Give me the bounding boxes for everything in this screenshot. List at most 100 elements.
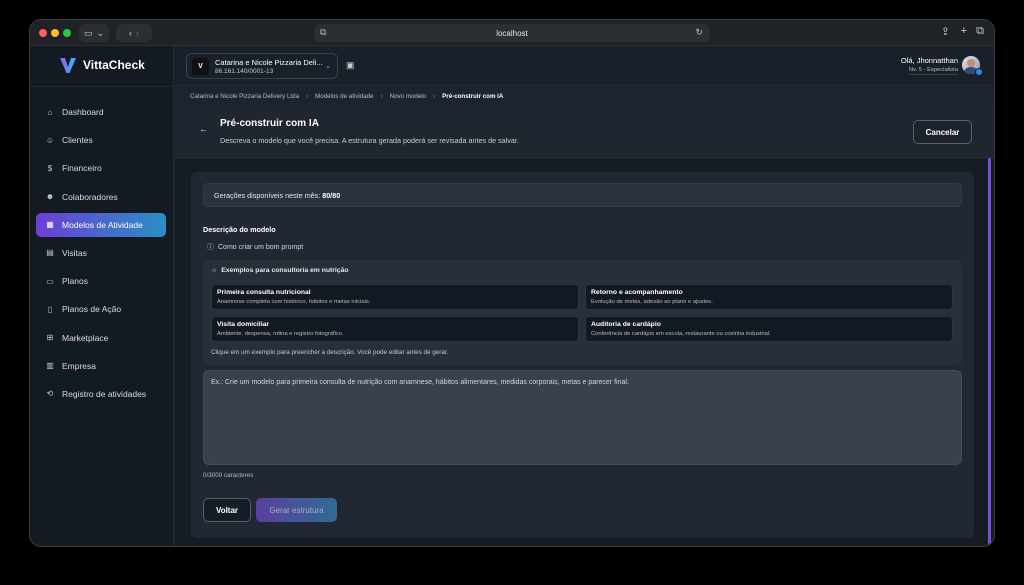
sidebar-item-label: Marketplace	[62, 332, 109, 343]
generate-structure-button[interactable]: Gerar estrutura	[256, 498, 337, 522]
sidebar-item-visitas[interactable]: ▤ Visitas	[36, 241, 166, 265]
sidebar-toggle-button[interactable]: ▭ ⌄	[79, 24, 109, 42]
user-level: Nv. 5 - Especialista	[908, 67, 958, 75]
browser-window: ▭ ⌄ ‹ › ⧉ localhost ↻ ⇪ + ⧉ VittaCheck ⌂…	[29, 19, 995, 547]
generations-value: 80/80	[322, 190, 341, 200]
history-icon: ⟲	[46, 389, 54, 399]
vittacheck-logo-icon	[60, 58, 76, 73]
share-icon[interactable]: ⇪	[941, 25, 950, 38]
example-description: Anamnese completa com histórico, hábitos…	[217, 299, 371, 305]
example-card[interactable]: Primeira consulta nutricional Anamnese c…	[211, 284, 579, 310]
address-bar[interactable]: ⧉ localhost ↻	[314, 24, 710, 42]
sidebar-item-label: Empresa	[62, 360, 97, 371]
sidebar-item-label: Visitas	[62, 247, 87, 258]
prompt-help-link[interactable]: ⓘ Como criar um bom prompt	[207, 242, 303, 252]
level-badge-icon	[975, 68, 983, 76]
browser-toolbar: ▭ ⌄ ‹ › ⧉ localhost ↻ ⇪ + ⧉	[30, 20, 994, 46]
chevron-down-icon: ⌄	[325, 63, 331, 70]
tabs-overview-icon[interactable]: ⧉	[976, 25, 984, 38]
briefcase-icon[interactable]: ▣	[346, 60, 355, 71]
sidebar-item-planos[interactable]: ▭ Planos	[36, 269, 166, 293]
sidebar-item-label: Modelos de Atividade	[62, 219, 143, 230]
sidebar-item-label: Clientes	[62, 135, 93, 146]
examples-hint: Clique em um exemplo para preencher a de…	[211, 349, 449, 356]
maximize-window-button[interactable]	[63, 29, 71, 37]
scrollbar[interactable]	[988, 158, 991, 546]
sidebar-item-modelos-de-atividade[interactable]: ▦ Modelos de Atividade	[36, 212, 166, 237]
users-icon: ☺	[45, 135, 55, 145]
chevron-right-icon: ›	[306, 92, 309, 100]
sidebar-item-colaboradores[interactable]: ☻ Colaboradores	[36, 185, 166, 209]
company-name: Catarina e Nicole Pizzaria Deli...	[215, 58, 323, 67]
examples-title: Exemplos para consultoria em nutrição	[221, 267, 349, 274]
sidebar-item-label: Colaboradores	[62, 191, 118, 202]
main-content: Gerações disponíveis neste mês: 80/80 De…	[175, 158, 994, 546]
app-root: VittaCheck ⌂ Dashboard ☺ Clientes $ Finance…	[30, 46, 994, 546]
lightbulb-icon: ☼	[211, 267, 218, 274]
description-label: Descrição do modelo	[203, 225, 276, 234]
company-selector[interactable]: V Catarina e Nicole Pizzaria Deli... 86.…	[186, 53, 338, 79]
breadcrumb-item-company[interactable]: Catarina e Nicole Pizzaria Delivery Ltda	[190, 93, 299, 100]
back-button[interactable]: Voltar	[203, 498, 251, 522]
home-icon: ⌂	[47, 107, 53, 117]
example-card[interactable]: Retorno e acompanhamento Evolução de met…	[585, 284, 953, 310]
breadcrumb-item-novo-modelo[interactable]: Novo modelo	[390, 93, 426, 100]
page-header: ← Pré-construir com IA Descreva o modelo…	[175, 105, 994, 158]
calendar-icon: ▤	[46, 248, 54, 258]
sidebar-item-financeiro[interactable]: $ Financeiro	[36, 156, 166, 180]
forward-arrow-icon[interactable]: ›	[136, 28, 139, 38]
clipboard-icon: ▭	[46, 276, 54, 286]
sidebar-item-label: Registro de atividades	[62, 388, 147, 399]
breadcrumb-item-current: Pré-construir com IA	[442, 92, 504, 100]
chevron-down-icon: ⌄	[96, 27, 105, 38]
example-title: Visita domiciliar	[217, 321, 270, 328]
generations-info: Gerações disponíveis neste mês: 80/80	[203, 183, 962, 207]
app-name: VittaCheck	[83, 58, 145, 72]
sidebar-item-label: Planos de Ação	[62, 304, 122, 315]
form-card: Gerações disponíveis neste mês: 80/80 De…	[191, 172, 974, 538]
breadcrumb-item-modelos[interactable]: Modelos de atividade	[315, 93, 373, 100]
app-logo[interactable]: VittaCheck	[58, 55, 145, 75]
character-count: 0/3000 caracteres	[203, 472, 254, 479]
page-settings-icon[interactable]: ⧉	[320, 27, 326, 38]
minimize-window-button[interactable]	[51, 29, 59, 37]
example-description: Ambiente, despensa, rotina e registro fo…	[217, 331, 344, 337]
back-arrow-icon[interactable]: ←	[199, 124, 208, 134]
document-icon: ▯	[47, 304, 53, 314]
sidebar-item-registro-de-atividades[interactable]: ⟲ Registro de atividades	[36, 382, 166, 406]
example-title: Retorno e acompanhamento	[591, 289, 683, 296]
cancel-button[interactable]: Cancelar	[913, 120, 972, 144]
sidebar-item-dashboard[interactable]: ⌂ Dashboard	[36, 100, 166, 124]
example-card[interactable]: Visita domiciliar Ambiente, despensa, ro…	[211, 316, 579, 342]
example-card[interactable]: Auditoria de cardápio Conferência de car…	[585, 316, 953, 342]
sidebar-item-planos-de-acao[interactable]: ▯ Planos de Ação	[36, 297, 166, 321]
example-description: Evolução de metas, adesão ao plano e aju…	[591, 299, 713, 305]
building-icon: ▥	[46, 361, 54, 371]
top-bar: V Catarina e Nicole Pizzaria Deli... 86.…	[175, 46, 994, 86]
sidebar-item-marketplace[interactable]: ⊞ Marketplace	[36, 326, 166, 350]
sidebar-nav: ⌂ Dashboard ☺ Clientes $ Financeiro ☻ Colabo…	[36, 100, 166, 410]
sidebar-item-clientes[interactable]: ☺ Clientes	[36, 128, 166, 152]
history-nav-buttons[interactable]: ‹ ›	[116, 24, 152, 42]
breadcrumb: Catarina e Nicole Pizzaria Delivery Ltda…	[175, 87, 994, 105]
sidebar: VittaCheck ⌂ Dashboard ☺ Clientes $ Finance…	[30, 46, 174, 546]
description-textarea[interactable]	[203, 370, 962, 465]
sidebar-divider	[30, 86, 174, 87]
info-icon: ⓘ	[207, 244, 214, 251]
avatar-face	[967, 59, 975, 67]
grid-icon: ▦	[46, 220, 54, 230]
user-greeting[interactable]: Olá, Jhonnatthan	[901, 56, 958, 65]
url-text: localhost	[496, 28, 528, 38]
reload-icon[interactable]: ↻	[695, 27, 703, 38]
cart-icon: ⊞	[46, 333, 54, 342]
back-arrow-icon[interactable]: ‹	[129, 28, 132, 38]
page-title: Pré-construir com IA	[220, 118, 319, 129]
close-window-button[interactable]	[39, 29, 47, 37]
generations-label: Gerações disponíveis neste mês:	[214, 190, 321, 200]
prompt-help-text: Como criar um bom prompt	[218, 243, 304, 251]
sidebar-icon: ▭	[83, 27, 93, 38]
sidebar-item-label: Planos	[62, 276, 88, 287]
sidebar-item-empresa[interactable]: ▥ Empresa	[36, 354, 166, 378]
team-icon: ☻	[45, 192, 55, 202]
new-tab-icon[interactable]: +	[961, 25, 967, 37]
